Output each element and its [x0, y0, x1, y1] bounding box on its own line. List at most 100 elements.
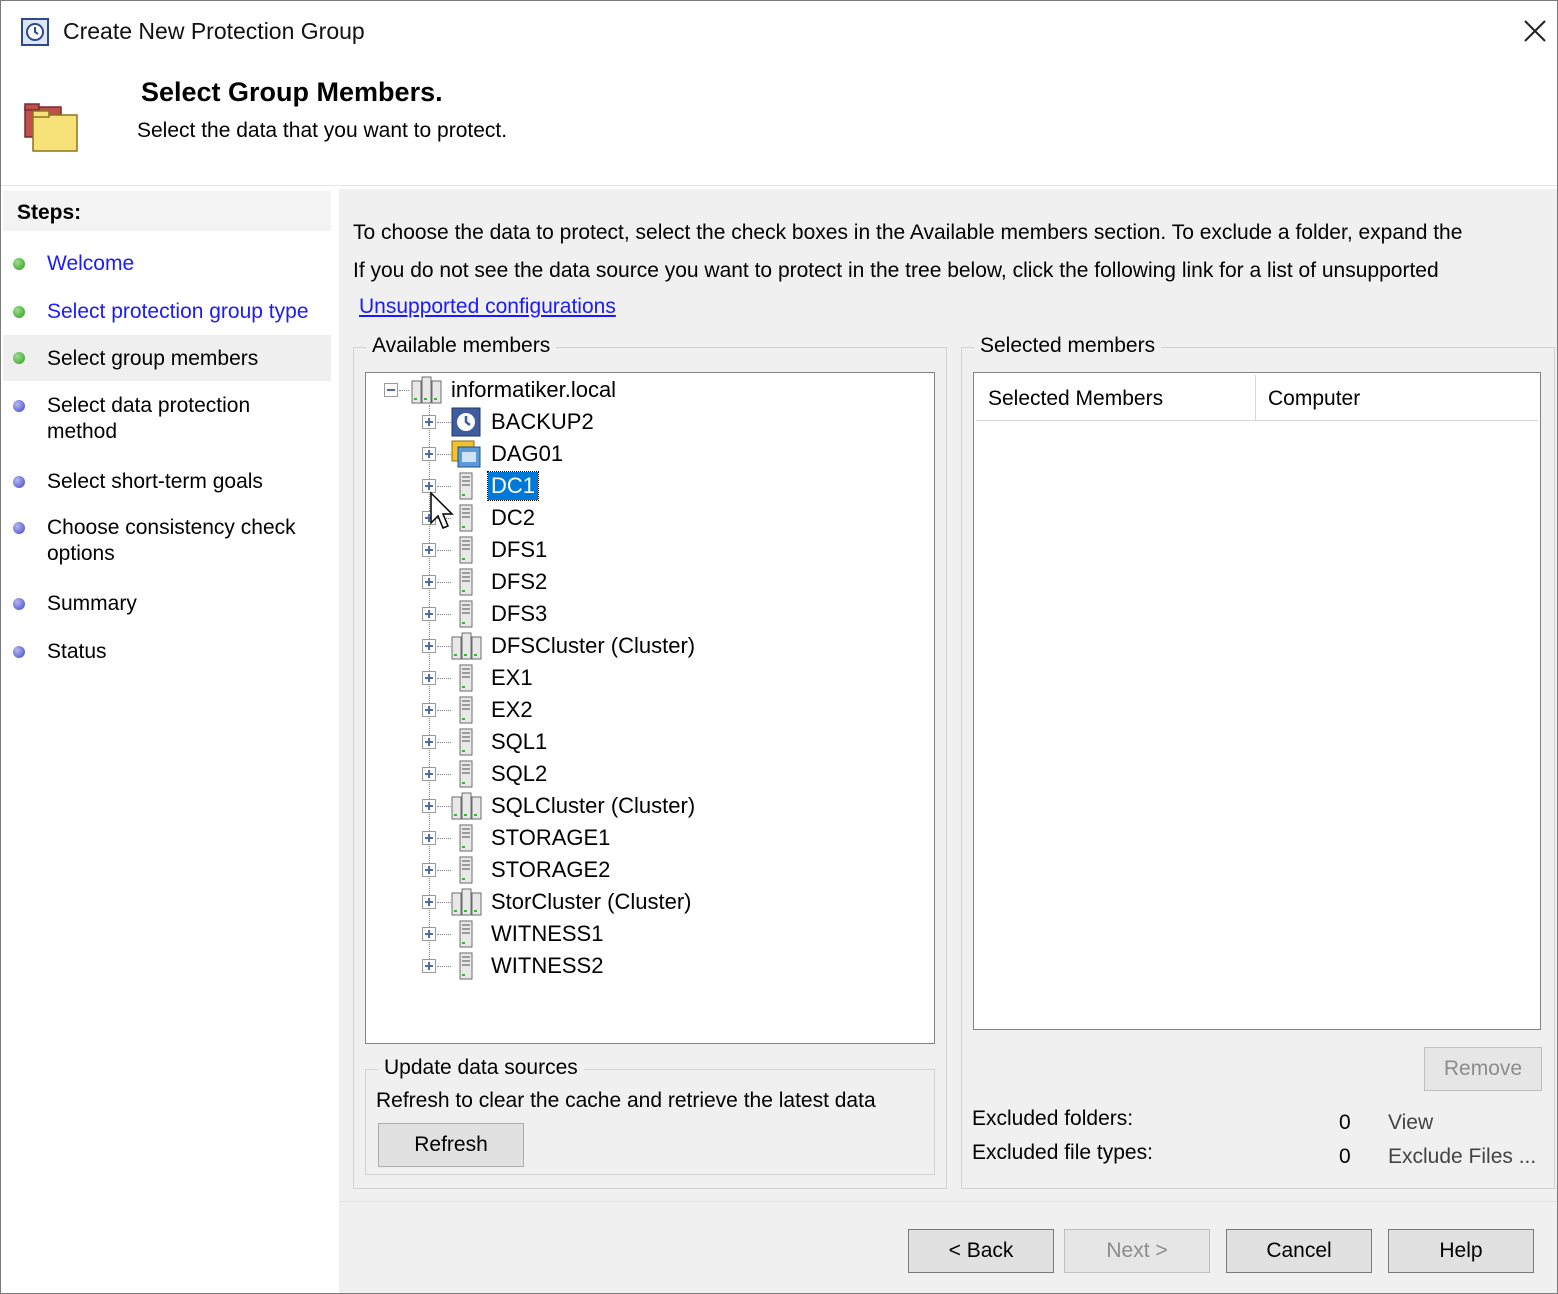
- cancel-button[interactable]: Cancel: [1226, 1229, 1372, 1273]
- column-header-selected-members[interactable]: Selected Members: [976, 375, 1256, 421]
- refresh-button[interactable]: Refresh: [378, 1123, 524, 1167]
- unsupported-configurations-link[interactable]: Unsupported configurations: [359, 295, 616, 319]
- remove-button[interactable]: Remove: [1424, 1047, 1542, 1091]
- tree-node-label: WITNESS2: [491, 953, 604, 978]
- tree-node[interactable]: WITNESS2: [366, 951, 926, 981]
- tree-node[interactable]: SQL1: [366, 727, 926, 757]
- mouse-cursor-icon: [429, 491, 455, 537]
- expand-icon[interactable]: [422, 575, 436, 589]
- server-icon: [450, 599, 482, 629]
- title-bar: Create New Protection Group: [1, 1, 1557, 63]
- excluded-file-types-label: Excluded file types:: [972, 1141, 1153, 1164]
- expand-icon[interactable]: [422, 799, 436, 813]
- expand-icon[interactable]: [422, 959, 436, 973]
- tree-node-label: DAG01: [491, 441, 564, 466]
- step-label: Select short-term goals: [47, 470, 263, 493]
- selected-members-list[interactable]: Selected Members Computer: [973, 372, 1541, 1030]
- steps-title: Steps:: [3, 191, 331, 231]
- step-pending-icon: [13, 646, 25, 658]
- server-icon: [450, 695, 482, 725]
- tree-node[interactable]: BACKUP2: [366, 407, 926, 437]
- tree-node[interactable]: DFS2: [366, 567, 926, 597]
- step-select-short-term-goals: Select short-term goals: [3, 469, 331, 499]
- step-label: Summary: [47, 592, 137, 615]
- cluster-icon: [450, 791, 482, 821]
- instruction-text-2: If you do not see the data source you wa…: [353, 259, 1439, 282]
- server-icon: [450, 823, 482, 853]
- available-members-label: Available members: [366, 334, 557, 358]
- tree-node[interactable]: StorCluster (Cluster): [366, 887, 926, 917]
- expand-icon[interactable]: [422, 895, 436, 909]
- selected-members-label: Selected members: [974, 334, 1162, 358]
- collapse-icon[interactable]: [384, 383, 398, 397]
- server-icon: [450, 535, 482, 565]
- server-icon: [450, 855, 482, 885]
- tree-node[interactable]: EX1: [366, 663, 926, 693]
- tree-node[interactable]: STORAGE2: [366, 855, 926, 885]
- step-pending-icon: [13, 522, 25, 534]
- content-panel: To choose the data to protect, select th…: [339, 189, 1557, 1293]
- step-current-icon: [13, 352, 25, 364]
- wizard-window: Create New Protection Group Select Group…: [0, 0, 1558, 1294]
- back-button[interactable]: < Back: [908, 1229, 1054, 1273]
- tree-node[interactable]: DFS3: [366, 599, 926, 629]
- cluster-icon: [450, 631, 482, 661]
- step-pending-icon: [13, 476, 25, 488]
- wizard-header: Select Group Members. Select the data th…: [1, 63, 1557, 186]
- excluded-file-types-count: 0: [1339, 1145, 1351, 1168]
- tree-node-label: StorCluster (Cluster): [491, 889, 692, 914]
- tree-node[interactable]: SQLCluster (Cluster): [366, 791, 926, 821]
- column-header-computer[interactable]: Computer: [1256, 375, 1538, 421]
- refresh-description: Refresh to clear the cache and retrieve …: [376, 1089, 876, 1112]
- tree-node-label: EX2: [491, 697, 533, 722]
- server-icon: [450, 727, 482, 757]
- tree-node-label: WITNESS1: [491, 921, 604, 946]
- expand-icon[interactable]: [422, 767, 436, 781]
- window-title: Create New Protection Group: [63, 18, 365, 44]
- step-choose-consistency-check-options: Choose consistency check options: [3, 515, 331, 571]
- domain-icon: [410, 375, 442, 405]
- help-button[interactable]: Help: [1388, 1229, 1534, 1273]
- exclude-files-link[interactable]: Exclude Files ...: [1388, 1145, 1536, 1169]
- tree-node[interactable]: STORAGE1: [366, 823, 926, 853]
- next-button[interactable]: Next >: [1064, 1229, 1210, 1273]
- step-welcome[interactable]: Welcome: [3, 251, 331, 281]
- step-complete-icon: [13, 306, 25, 318]
- tree-node-label: DC1: [486, 471, 540, 501]
- dpm-app-icon: [21, 18, 49, 46]
- excluded-folders-count: 0: [1339, 1111, 1351, 1134]
- tree-node[interactable]: EX2: [366, 695, 926, 725]
- close-button[interactable]: [1517, 13, 1553, 49]
- expand-icon[interactable]: [422, 543, 436, 557]
- expand-icon[interactable]: [422, 447, 436, 461]
- server-icon: [450, 567, 482, 597]
- steps-panel: Steps: Welcome Select protection group t…: [3, 187, 333, 1293]
- step-select-protection-group-type[interactable]: Select protection group type: [3, 299, 331, 329]
- expand-icon[interactable]: [422, 927, 436, 941]
- step-summary: Summary: [3, 591, 331, 621]
- instruction-text-1: To choose the data to protect, select th…: [353, 221, 1463, 244]
- tree-node[interactable]: DFS1: [366, 535, 926, 565]
- expand-icon[interactable]: [422, 735, 436, 749]
- tree-node[interactable]: SQL2: [366, 759, 926, 789]
- expand-icon[interactable]: [422, 639, 436, 653]
- available-members-tree[interactable]: informatiker.local BACKUP2 DAG01 DC1 DC2 DFS1…: [365, 372, 935, 1044]
- view-excluded-folders-link[interactable]: View: [1388, 1111, 1433, 1135]
- expand-icon[interactable]: [422, 863, 436, 877]
- tree-node[interactable]: WITNESS1: [366, 919, 926, 949]
- expand-icon[interactable]: [422, 415, 436, 429]
- step-label: Select data protection method: [47, 394, 251, 443]
- tree-node-label: DC2: [491, 505, 536, 530]
- dpm-server-icon: [450, 407, 482, 437]
- step-label: Choose consistency check options: [47, 516, 296, 565]
- expand-icon[interactable]: [422, 831, 436, 845]
- cluster-icon: [450, 887, 482, 917]
- expand-icon[interactable]: [422, 703, 436, 717]
- tree-node-label: DFSCluster (Cluster): [491, 633, 696, 658]
- tree-node[interactable]: DFSCluster (Cluster): [366, 631, 926, 661]
- tree-node[interactable]: DAG01: [366, 439, 926, 469]
- folders-icon: [23, 103, 81, 161]
- expand-icon[interactable]: [422, 607, 436, 621]
- tree-node-root[interactable]: informatiker.local: [366, 375, 926, 405]
- expand-icon[interactable]: [422, 671, 436, 685]
